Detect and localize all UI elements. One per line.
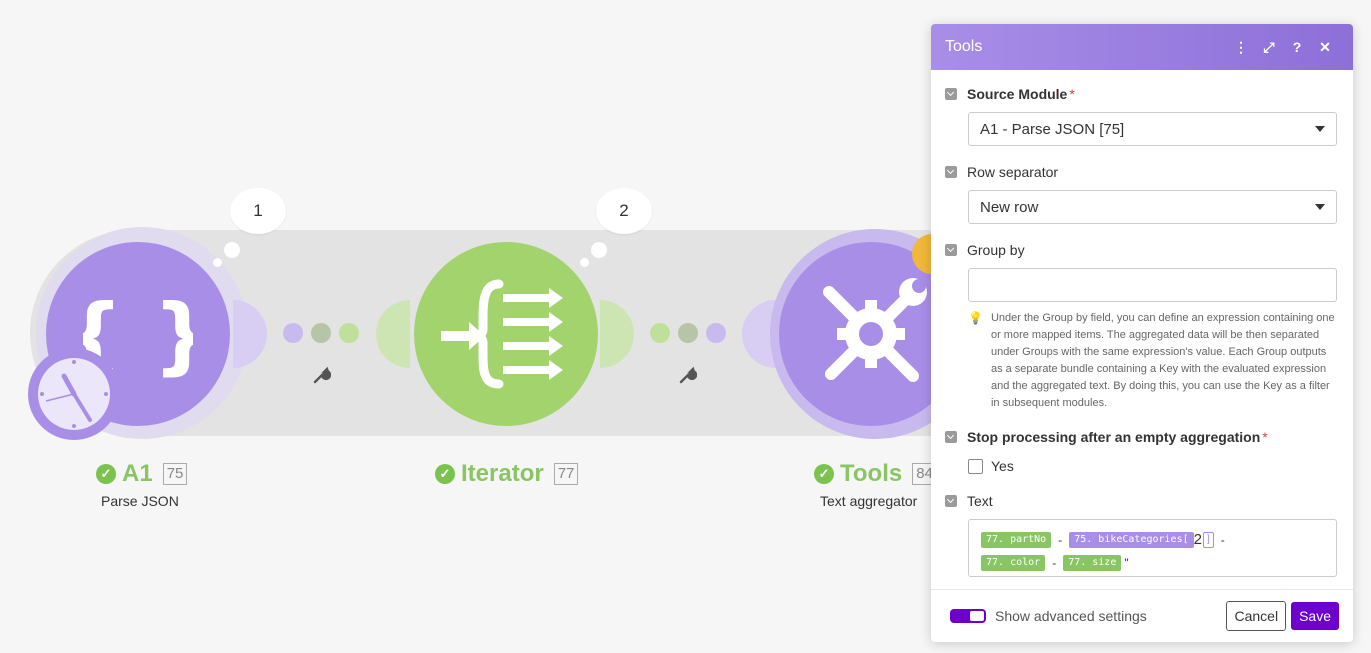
row-separator-select[interactable]: New row — [968, 190, 1337, 224]
module-a1-output-handle[interactable] — [233, 300, 267, 368]
module-iterator-name: Iterator — [461, 460, 544, 487]
field-toggle-icon[interactable] — [945, 244, 957, 256]
module-settings-panel: Tools ⋮ ⤢ ? ✕ Source Module * A1 - Parse… — [931, 24, 1353, 642]
lightbulb-icon: 💡 — [968, 311, 983, 325]
field-toggle-icon[interactable] — [945, 495, 957, 507]
connector-dot[interactable] — [339, 323, 359, 343]
more-options-icon[interactable]: ⋮ — [1227, 39, 1255, 56]
mapped-item-pill[interactable]: 77. color — [981, 554, 1046, 571]
cancel-button[interactable]: Cancel — [1226, 601, 1287, 631]
bubble-tail-small — [213, 258, 222, 267]
expand-icon[interactable]: ⤢ — [1255, 39, 1283, 56]
connector-dot[interactable] — [283, 323, 303, 343]
group-by-input[interactable] — [968, 268, 1337, 302]
module-iterator-output-handle[interactable] — [600, 300, 634, 368]
status-check-icon: ✓ — [435, 464, 455, 484]
module-iterator-id: 77 — [553, 463, 579, 485]
source-module-select[interactable]: A1 - Parse JSON [75] — [968, 112, 1337, 146]
module-tools-name: Tools — [840, 460, 903, 487]
advanced-settings-toggle[interactable] — [950, 609, 986, 623]
field-toggle-icon[interactable] — [945, 88, 957, 100]
bracket-pill[interactable]: ] — [1202, 531, 1214, 548]
mapped-item-pill[interactable]: 77. partNo — [981, 531, 1052, 548]
source-module-label: Source Module * — [945, 86, 1075, 102]
operations-counter-2[interactable]: 2 — [596, 188, 652, 234]
field-toggle-icon[interactable] — [945, 431, 957, 443]
row-separator-label: Row separator — [945, 164, 1058, 180]
module-tools-subtitle: Text aggregator — [820, 493, 918, 509]
chevron-down-icon — [1315, 204, 1325, 210]
panel-body: Source Module * A1 - Parse JSON [75] Row… — [931, 70, 1353, 590]
help-icon[interactable]: ? — [1283, 39, 1311, 55]
save-button[interactable]: Save — [1291, 602, 1339, 630]
mapped-item-pill[interactable]: 77. size — [1063, 554, 1122, 571]
mapped-item-pill[interactable]: 75. bikeCategories[ — [1069, 531, 1194, 548]
bubble-tail-large — [591, 242, 607, 258]
connector-dot[interactable] — [650, 323, 670, 343]
text-input[interactable]: 77. partNo -75. bikeCategories[2] - 77. co… — [968, 519, 1337, 577]
field-toggle-icon[interactable] — [945, 166, 957, 178]
panel-title: Tools — [945, 38, 983, 55]
module-iterator[interactable] — [414, 242, 598, 426]
wrench-icon[interactable] — [679, 366, 698, 389]
module-a1-id: 75 — [162, 463, 188, 485]
status-check-icon: ✓ — [814, 464, 834, 484]
bubble-tail-large — [224, 242, 240, 258]
module-iterator-input-handle[interactable] — [376, 300, 410, 368]
bubble-tail-small — [580, 258, 589, 267]
connector-dot[interactable] — [706, 323, 726, 343]
advanced-settings-label: Show advanced settings — [995, 608, 1147, 624]
wrench-icon[interactable] — [313, 366, 332, 389]
group-by-label: Group by — [945, 242, 1025, 258]
status-check-icon: ✓ — [96, 464, 116, 484]
schedule-clock-icon[interactable] — [28, 348, 120, 440]
module-a1-name: A1 — [122, 460, 153, 487]
connector-dot[interactable] — [311, 323, 331, 343]
close-icon[interactable]: ✕ — [1311, 39, 1339, 56]
tools-icon — [823, 278, 927, 382]
panel-footer: Show advanced settings Cancel Save — [931, 589, 1353, 642]
text-label: Text — [945, 493, 993, 509]
module-iterator-title: ✓ Iterator 77 — [435, 460, 579, 488]
module-a1-subtitle: Parse JSON — [101, 493, 179, 509]
panel-header: Tools ⋮ ⤢ ? ✕ — [931, 24, 1353, 70]
module-tools-title: ✓ Tools 84 — [814, 460, 937, 488]
chevron-down-icon — [1315, 126, 1325, 132]
stop-processing-yes[interactable]: Yes — [968, 458, 1014, 474]
iterator-icon — [441, 279, 563, 389]
connector-dot[interactable] — [678, 323, 698, 343]
operations-counter-1[interactable]: 1 — [230, 188, 286, 234]
group-by-help: 💡 Under the Group by field, you can defi… — [968, 310, 1337, 412]
yes-checkbox[interactable] — [968, 458, 983, 474]
stop-processing-label: Stop processing after an empty aggregati… — [945, 429, 1268, 445]
module-a1-title: ✓ A1 75 — [96, 460, 188, 488]
